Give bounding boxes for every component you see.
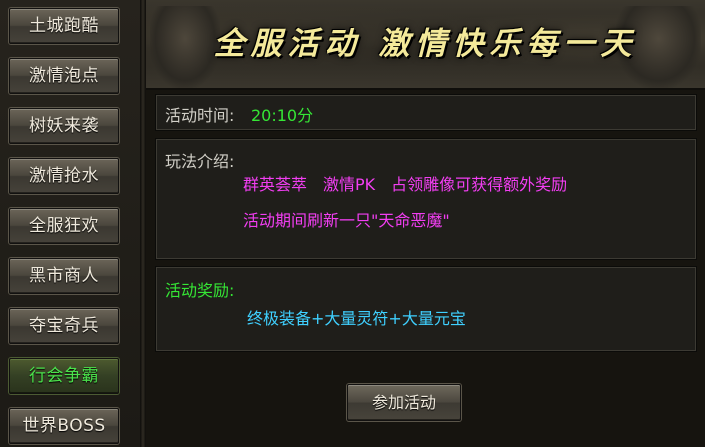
banner-title: 全服活动 激情快乐每一天 [213, 26, 638, 62]
menu-item-guild-war[interactable]: 行会争霸 [9, 358, 119, 394]
gameplay-intro-line-1: 群英荟萃 激情PK 占领雕像可获得额外奖励 [243, 175, 568, 194]
menu-item-treasure-raiders[interactable]: 夺宝奇兵 [9, 308, 119, 344]
menu-item-black-market[interactable]: 黑市商人 [9, 258, 119, 294]
activity-time-label: 活动时间: [165, 106, 235, 125]
menu-item-passion-water-grab[interactable]: 激情抢水 [9, 158, 119, 194]
menu-item-passion-afk-point[interactable]: 激情泡点 [9, 58, 119, 94]
gameplay-intro-line-2: 活动期间刷新一只"天命恶魔" [243, 211, 450, 230]
activity-window: 土城跑酷 激情泡点 树妖来袭 激情抢水 全服狂欢 黑市商人 夺宝奇兵 行会争霸 … [0, 0, 705, 447]
activity-time-value: 20:10分 [251, 106, 314, 125]
gameplay-intro-label: 玩法介绍: [165, 152, 235, 171]
activity-rewards-panel: 活动奖励: 终极装备+大量灵符+大量元宝 [155, 266, 697, 352]
gameplay-intro-panel: 玩法介绍: 群英荟萃 激情PK 占领雕像可获得额外奖励 活动期间刷新一只"天命恶… [155, 138, 697, 260]
join-activity-button[interactable]: 参加活动 [347, 384, 461, 421]
menu-item-tucheng-parkour[interactable]: 土城跑酷 [9, 8, 119, 44]
menu-item-server-carnival[interactable]: 全服狂欢 [9, 208, 119, 244]
activity-time-panel: 活动时间: 20:10分 [155, 94, 697, 131]
activity-rewards-value: 终极装备+大量灵符+大量元宝 [247, 309, 466, 328]
activity-menu: 土城跑酷 激情泡点 树妖来袭 激情抢水 全服狂欢 黑市商人 夺宝奇兵 行会争霸 … [0, 0, 140, 447]
menu-item-world-boss[interactable]: 世界BOSS [9, 408, 119, 444]
event-banner: 全服活动 激情快乐每一天 [146, 0, 705, 90]
menu-item-tree-demon-raid[interactable]: 树妖来袭 [9, 108, 119, 144]
activity-rewards-label: 活动奖励: [165, 281, 235, 300]
